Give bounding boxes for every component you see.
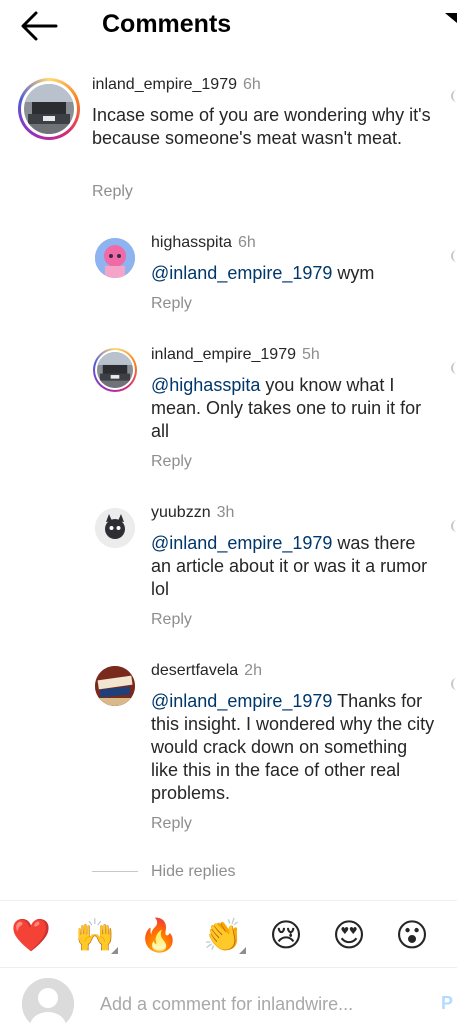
comment-time: 3h (216, 504, 235, 521)
divider (0, 900, 457, 901)
comment-time: 5h (302, 346, 320, 363)
filter-icon[interactable] (445, 12, 457, 24)
avatar[interactable] (93, 348, 137, 392)
red-heart-emoji-icon[interactable]: ❤️ (10, 914, 52, 956)
skin-tone-indicator-icon (239, 947, 246, 954)
crying-face-emoji-icon[interactable]: 😢 (265, 914, 307, 956)
reply-button[interactable]: Reply (92, 183, 133, 201)
header-bar: Comments (0, 0, 457, 52)
reply-comment: desertfavela 2h @inland_empire_1979 Thank… (0, 658, 457, 838)
user-mention[interactable]: @inland_empire_1979 (151, 533, 332, 553)
current-user-avatar (22, 978, 74, 1023)
raising-hands-emoji-icon[interactable]: 🙌 (74, 914, 118, 956)
user-mention[interactable]: @highasspita (151, 375, 260, 395)
emoji-glyph: 🙌 (75, 916, 115, 954)
comment-text: @highasspita you know what I mean. Only … (151, 374, 431, 443)
reply-button[interactable]: Reply (151, 295, 192, 313)
avatar[interactable] (18, 78, 80, 140)
comment-username[interactable]: inland_empire_1979 (92, 76, 237, 93)
comment-username[interactable]: highasspita (151, 234, 232, 251)
hide-replies-label[interactable]: Hide replies (151, 863, 235, 881)
comment-body: wym (332, 263, 375, 283)
comment-username[interactable]: inland_empire_1979 (151, 346, 296, 363)
user-mention[interactable]: @inland_empire_1979 (151, 691, 332, 711)
comment-username[interactable]: yuubzzn (151, 504, 211, 521)
reply-button[interactable]: Reply (151, 611, 192, 629)
avatar[interactable] (95, 666, 135, 706)
user-mention[interactable]: @inland_empire_1979 (151, 263, 332, 283)
reply-button[interactable]: Reply (151, 815, 192, 833)
skin-tone-indicator-icon (111, 947, 118, 954)
divider (0, 967, 457, 968)
clapping-hands-emoji-icon[interactable]: 👏 (202, 914, 246, 956)
fire-emoji-icon[interactable]: 🔥 (138, 914, 180, 956)
comment-time: 6h (237, 234, 256, 251)
post-button[interactable]: P (441, 993, 453, 1014)
comment-username[interactable]: desertfavela (151, 662, 238, 679)
comment-text: @inland_empire_1979 was there an article… (151, 532, 437, 601)
reply-comment: yuubzzn 3h @inland_empire_1979 was there … (0, 500, 457, 630)
comment-text: @inland_empire_1979 wym (151, 262, 437, 285)
comment: inland_empire_1979 6h Incase some of you … (0, 70, 457, 210)
like-heart-icon[interactable] (451, 90, 457, 102)
comment-time: 6h (243, 76, 261, 93)
heart-eyes-emoji-icon[interactable]: 😍 (328, 914, 370, 956)
comment-time: 2h (244, 662, 262, 679)
comment-input[interactable] (100, 990, 420, 1018)
comment-text: Incase some of you are wondering why it'… (92, 105, 431, 148)
like-heart-icon[interactable] (451, 362, 457, 374)
open-mouth-emoji-icon[interactable]: 😮 (391, 914, 433, 956)
page-title: Comments (102, 10, 232, 38)
reply-comment: inland_empire_1979 5h @highasspita you kn… (0, 342, 457, 472)
avatar[interactable] (95, 238, 135, 278)
reply-button[interactable]: Reply (151, 453, 192, 471)
comment-text: @inland_empire_1979 Thanks for this insi… (151, 690, 437, 805)
reply-comment: highasspita 6h @inland_empire_1979 wym Re… (0, 230, 457, 320)
hide-replies-line (92, 871, 138, 872)
emoji-glyph: 👏 (203, 916, 243, 954)
avatar[interactable] (95, 508, 135, 548)
like-heart-icon[interactable] (451, 250, 457, 262)
back-arrow-icon[interactable] (20, 10, 58, 42)
like-heart-icon[interactable] (451, 520, 457, 532)
like-heart-icon[interactable] (451, 678, 457, 690)
